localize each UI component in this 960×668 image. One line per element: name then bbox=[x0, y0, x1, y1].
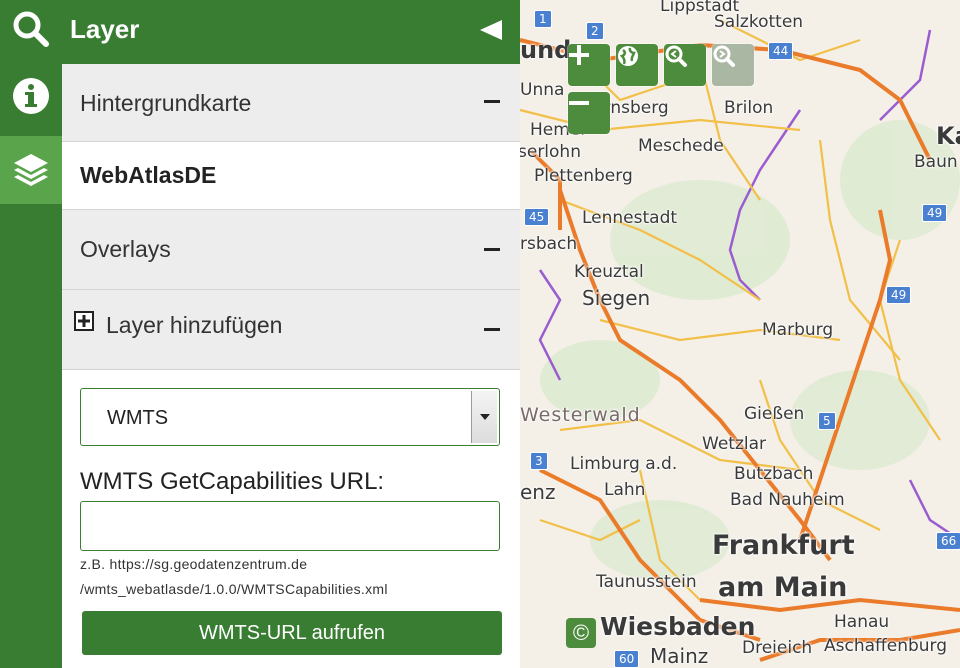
map-label-butzbach: Butzbach bbox=[734, 464, 814, 484]
map-label-aschaffenburg: Aschaffenburg bbox=[824, 636, 948, 656]
section-overlays[interactable]: Overlays bbox=[62, 210, 520, 290]
section-add-layer-label: Layer hinzufügen bbox=[106, 312, 283, 338]
map-label-enz: enz bbox=[520, 480, 556, 504]
map-label-taunusstein: Taunusstein bbox=[596, 572, 697, 592]
map-label-ka: Ka bbox=[936, 122, 960, 150]
collapse-minus-icon[interactable] bbox=[484, 328, 500, 331]
map-label-siegen: Siegen bbox=[582, 286, 651, 310]
layers-tab[interactable] bbox=[0, 136, 62, 204]
map-label-am-main: am Main bbox=[718, 572, 848, 603]
map-label-iserlohn: serlohn bbox=[518, 142, 581, 162]
zoom-previous-button[interactable] bbox=[664, 44, 706, 86]
map-label-meschede: Meschede bbox=[638, 136, 724, 156]
map-label-marburg: Marburg bbox=[762, 320, 834, 340]
autobahn-shield: 66 bbox=[936, 532, 960, 550]
url-hint-line2: /wmts_webatlasde/1.0.0/WMTSCapabilities.… bbox=[80, 581, 388, 597]
info-icon bbox=[13, 78, 49, 114]
map-label-hanau: Hanau bbox=[834, 612, 890, 632]
autobahn-shield: 1 bbox=[534, 10, 552, 28]
collapse-arrow-icon bbox=[480, 20, 502, 40]
autobahn-shield: 45 bbox=[524, 208, 550, 226]
map-label-bad-nauheim: Bad Nauheim bbox=[730, 490, 845, 510]
minus-icon bbox=[569, 101, 589, 105]
map-label-lahn: Lahn bbox=[604, 480, 646, 500]
map-label-kreuztal: Kreuztal bbox=[574, 262, 644, 282]
capabilities-url-label: WMTS GetCapabilities URL: bbox=[80, 468, 385, 495]
map-label-brilon: Brilon bbox=[724, 98, 774, 118]
autobahn-shield: 5 bbox=[818, 412, 836, 430]
map-label-wiesbaden: Wiesbaden bbox=[600, 612, 756, 641]
collapse-minus-icon[interactable] bbox=[484, 248, 500, 251]
section-background-map[interactable]: Hintergrundkarte bbox=[62, 64, 520, 142]
collapse-panel-button[interactable] bbox=[478, 18, 504, 47]
globe-icon bbox=[618, 46, 638, 66]
map-label-rsbach: rsbach bbox=[520, 234, 578, 254]
map-label-westerwald: Westerwald bbox=[520, 404, 641, 426]
map-label-salzkotten: Salzkotten bbox=[714, 12, 804, 32]
map-label-dreieich: Dreieich bbox=[742, 638, 813, 658]
autobahn-shield: 2 bbox=[586, 22, 604, 40]
layers-icon bbox=[14, 154, 48, 186]
map-label-und: und bbox=[520, 36, 572, 64]
plus-icon bbox=[569, 45, 589, 65]
map-label-limburg: Limburg a.d. bbox=[570, 454, 678, 474]
search-tab[interactable] bbox=[0, 0, 62, 58]
zoom-back-icon bbox=[665, 45, 687, 67]
dropdown-arrow-icon[interactable] bbox=[471, 391, 497, 443]
map-label-frankfurt: Frankfurt bbox=[712, 530, 855, 561]
layer-panel: Hintergrundkarte WebAtlasDE Overlays Lay… bbox=[62, 64, 520, 668]
url-hint-line1: z.B. https://sg.geodatenzentrum.de bbox=[80, 556, 308, 572]
zoom-in-button[interactable] bbox=[568, 44, 610, 86]
collapse-minus-icon[interactable] bbox=[484, 100, 500, 103]
info-tab[interactable] bbox=[0, 62, 62, 130]
basemap-item-label: WebAtlasDE bbox=[80, 162, 217, 188]
search-icon bbox=[13, 11, 49, 47]
full-extent-button[interactable] bbox=[616, 44, 658, 86]
panel-title: Layer bbox=[70, 14, 140, 44]
service-type-value: WMTS bbox=[107, 407, 169, 429]
capabilities-url-input[interactable] bbox=[80, 501, 500, 551]
autobahn-shield: 44 bbox=[768, 42, 794, 60]
autobahn-shield: 3 bbox=[530, 452, 548, 470]
section-overlays-label: Overlays bbox=[80, 236, 171, 262]
map-label-baun: Baun bbox=[914, 152, 958, 172]
zoom-forward-icon bbox=[713, 45, 735, 67]
sidebar-tabs bbox=[0, 0, 62, 668]
add-box-icon bbox=[74, 311, 94, 331]
zoom-out-button[interactable] bbox=[568, 92, 610, 134]
service-type-select[interactable]: WMTS bbox=[80, 388, 500, 446]
section-add-layer[interactable]: Layer hinzufügen bbox=[62, 290, 520, 370]
sidebar-header: Layer bbox=[62, 0, 520, 64]
map-label-mainz: Mainz bbox=[650, 644, 709, 668]
copyright-button[interactable]: © bbox=[566, 618, 596, 648]
map-label-wetzlar: Wetzlar bbox=[702, 434, 766, 454]
map-label-giessen: Gießen bbox=[744, 404, 805, 424]
map-label-unna: Unna bbox=[520, 80, 565, 100]
autobahn-shield: 49 bbox=[922, 204, 948, 222]
autobahn-shield: 49 bbox=[886, 286, 912, 304]
section-background-map-label: Hintergrundkarte bbox=[80, 90, 252, 116]
map-label-plettenberg: Plettenberg bbox=[534, 166, 633, 186]
basemap-item-webatlasde[interactable]: WebAtlasDE bbox=[62, 142, 520, 210]
load-wmts-button[interactable]: WMTS-URL aufrufen bbox=[82, 611, 502, 655]
map-label-lennestadt: Lennestadt bbox=[582, 208, 678, 228]
zoom-next-button[interactable] bbox=[712, 44, 754, 86]
autobahn-shield: 60 bbox=[614, 650, 640, 668]
